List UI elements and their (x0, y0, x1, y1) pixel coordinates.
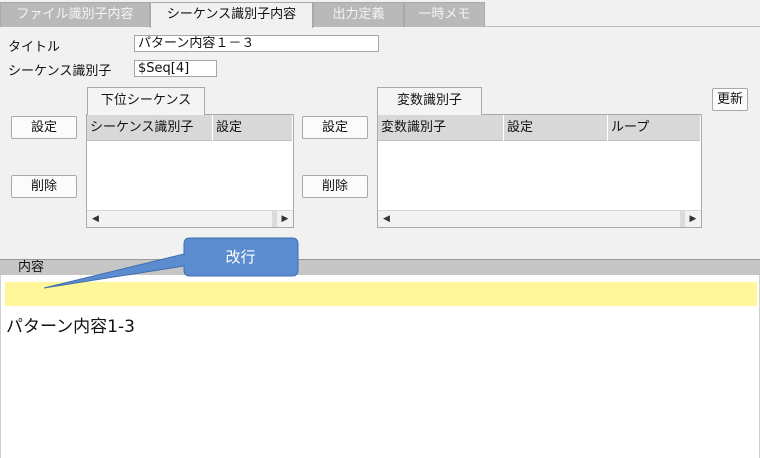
content-section-header: 内容 (0, 259, 760, 275)
variable-set-button[interactable]: 設定 (302, 116, 368, 139)
sequence-id-field[interactable]: $Seq[4] (134, 60, 217, 77)
lower-sequence-set-button[interactable]: 設定 (11, 116, 77, 139)
variable-delete-button[interactable]: 削除 (302, 175, 368, 198)
content-editor[interactable]: パターン内容1-3 (0, 275, 760, 458)
variable-grid[interactable]: 変数識別子 設定 ループ ◀ ▶ (377, 114, 702, 228)
tab-bar: ファイル識別子内容 シーケンス識別子内容 出力定義 一時メモ (0, 0, 760, 28)
tab-sequence-identifier-content[interactable]: シーケンス識別子内容 (150, 2, 313, 28)
lower-sequence-grid[interactable]: シーケンス識別子 設定 ◀ ▶ (86, 114, 294, 228)
sequence-id-label: シーケンス識別子 (8, 64, 112, 79)
column-header-setting[interactable]: 設定 (504, 115, 608, 141)
column-header-setting[interactable]: 設定 (213, 115, 293, 141)
update-button[interactable]: 更新 (712, 88, 748, 111)
tab-variable-identifier[interactable]: 変数識別子 (377, 87, 482, 115)
scroll-right-arrow-icon[interactable]: ▶ (276, 211, 293, 227)
tab-lower-sequence[interactable]: 下位シーケンス (87, 87, 205, 115)
scroll-left-arrow-icon[interactable]: ◀ (378, 211, 395, 227)
content-text[interactable]: パターン内容1-3 (6, 312, 135, 337)
title-label: タイトル (8, 40, 61, 55)
line-break-highlight (5, 282, 757, 306)
column-header-loop[interactable]: ループ (608, 115, 701, 141)
lower-sequence-delete-button[interactable]: 削除 (11, 175, 77, 198)
title-field[interactable]: パターン内容１－３ (134, 35, 379, 52)
tab-file-identifier-content[interactable]: ファイル識別子内容 (0, 2, 150, 27)
scroll-left-arrow-icon[interactable]: ◀ (87, 211, 104, 227)
variable-grid-header: 変数識別子 設定 ループ (378, 115, 701, 141)
tab-output-definition[interactable]: 出力定義 (313, 2, 404, 27)
column-header-variable-id[interactable]: 変数識別子 (378, 115, 504, 141)
callout-label: 改行 (225, 248, 256, 266)
lower-sequence-grid-header: シーケンス識別子 設定 (87, 115, 293, 141)
variable-hscrollbar[interactable]: ◀ ▶ (378, 210, 701, 227)
tab-temporary-memo[interactable]: 一時メモ (404, 2, 485, 27)
column-header-sequence-id[interactable]: シーケンス識別子 (87, 115, 213, 141)
sequence-settings-panel: タイトル パターン内容１－３ シーケンス識別子 $Seq[4] 更新 下位シーケ… (0, 27, 760, 259)
lower-sequence-hscrollbar[interactable]: ◀ ▶ (87, 210, 293, 227)
scroll-right-arrow-icon[interactable]: ▶ (684, 211, 701, 227)
content-section-label: 内容 (18, 260, 45, 275)
